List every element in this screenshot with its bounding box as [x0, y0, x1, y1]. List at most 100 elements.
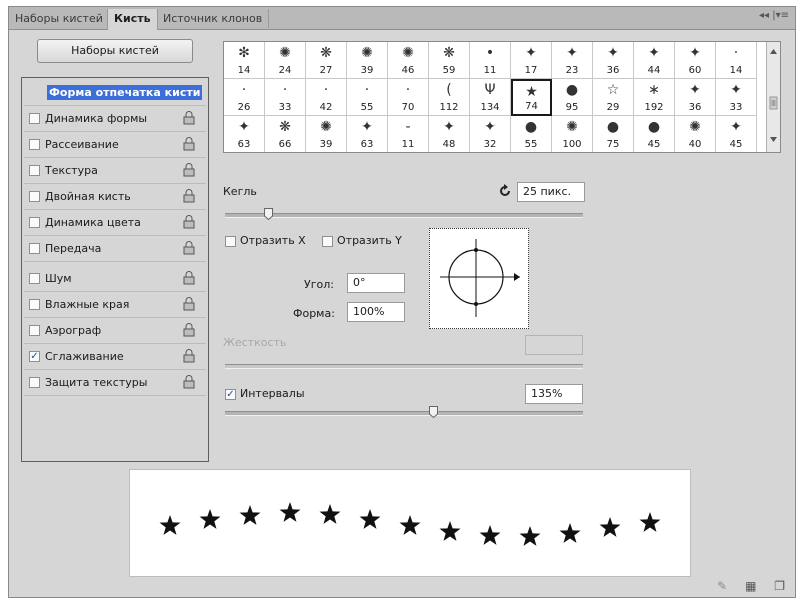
option-checkbox[interactable]: [29, 325, 40, 336]
option-checkbox[interactable]: [29, 217, 40, 228]
brush-tip-cell[interactable]: ✦ 60: [675, 42, 716, 79]
brush-presets-button[interactable]: Наборы кистей: [37, 39, 193, 63]
lock-icon[interactable]: [183, 349, 195, 363]
list-item[interactable]: Аэрограф: [24, 318, 206, 344]
list-item[interactable]: Динамика формы: [24, 106, 206, 132]
list-item[interactable]: Текстура: [24, 158, 206, 184]
brush-tip-icon: ·: [241, 82, 247, 98]
list-item-label: Сглаживание: [45, 350, 124, 363]
lock-icon[interactable]: [183, 271, 195, 285]
list-item-brush-tip-shape[interactable]: Форма отпечатка кисти: [24, 80, 206, 106]
brush-tip-size: 36: [688, 102, 702, 113]
tab-brush-presets[interactable]: Наборы кистей: [9, 9, 110, 28]
brush-tip-cell[interactable]: ❋ 59: [429, 42, 470, 79]
list-item[interactable]: Двойная кисть: [24, 184, 206, 210]
lock-icon[interactable]: [183, 323, 195, 337]
spacing-checkbox[interactable]: ✓: [225, 389, 236, 400]
reset-size-icon[interactable]: [498, 184, 512, 198]
brush-tip-cell[interactable]: ✦ 36: [675, 79, 716, 116]
new-preset-icon[interactable]: ❐: [774, 579, 785, 593]
option-checkbox[interactable]: [29, 377, 40, 388]
brush-tip-cell[interactable]: · 33: [265, 79, 306, 116]
brush-tip-cell[interactable]: ● 55: [511, 116, 552, 152]
brush-tip-size: 63: [360, 139, 374, 150]
list-item[interactable]: Передача: [24, 236, 206, 262]
brush-tip-cell[interactable]: ✺ 46: [388, 42, 429, 79]
brush-tip-cell[interactable]: ☆ 29: [593, 79, 634, 116]
brush-tip-cell[interactable]: ✦ 17: [511, 42, 552, 79]
brush-tip-cell[interactable]: ❋ 66: [265, 116, 306, 152]
tab-clone-source[interactable]: Источник клонов: [157, 9, 270, 28]
spacing-slider-thumb[interactable]: [428, 406, 438, 418]
brush-tip-cell[interactable]: Ψ 134: [470, 79, 511, 116]
list-item[interactable]: ✓ Сглаживание: [24, 344, 206, 370]
lock-icon[interactable]: [183, 297, 195, 311]
option-checkbox[interactable]: [29, 299, 40, 310]
list-item[interactable]: Динамика цвета: [24, 210, 206, 236]
angle-field[interactable]: 0°: [347, 273, 405, 293]
brush-tip-cell[interactable]: ✦ 45: [716, 116, 757, 152]
brush-tip-cell[interactable]: ✦ 44: [634, 42, 675, 79]
option-checkbox[interactable]: [29, 165, 40, 176]
brush-tip-cell[interactable]: ✦ 63: [224, 116, 265, 152]
tab-brush[interactable]: Кисть: [107, 9, 158, 30]
list-item[interactable]: Влажные края: [24, 292, 206, 318]
brush-tip-cell[interactable]: · 70: [388, 79, 429, 116]
brush-tip-cell[interactable]: - 11: [388, 116, 429, 152]
brush-tip-cell[interactable]: ✺ 39: [347, 42, 388, 79]
spacing-field[interactable]: 135%: [525, 384, 583, 404]
option-checkbox[interactable]: [29, 243, 40, 254]
lock-icon[interactable]: [183, 215, 195, 229]
panel-menu-controls[interactable]: ◂◂ |▾≡: [759, 10, 789, 21]
option-checkbox[interactable]: [29, 113, 40, 124]
lock-icon[interactable]: [183, 163, 195, 177]
list-item[interactable]: Рассеивание: [24, 132, 206, 158]
lock-icon[interactable]: [183, 137, 195, 151]
option-checkbox[interactable]: [29, 273, 40, 284]
brush-tip-cell[interactable]: ● 45: [634, 116, 675, 152]
brush-tip-cell[interactable]: ✦ 23: [552, 42, 593, 79]
flip-x-checkbox[interactable]: [225, 236, 236, 247]
roundness-field[interactable]: 100%: [347, 302, 405, 322]
brush-tip-cell[interactable]: ✺ 39: [306, 116, 347, 152]
brush-tip-cell[interactable]: ● 95: [552, 79, 593, 116]
size-field[interactable]: 25 пикс.: [517, 182, 585, 202]
brush-tip-cell[interactable]: ● 75: [593, 116, 634, 152]
grid-scrollbar[interactable]: [766, 42, 780, 152]
brush-tip-cell[interactable]: ✻ 14: [224, 42, 265, 79]
brush-tip-cell[interactable]: ✦ 63: [347, 116, 388, 152]
brush-tip-cell[interactable]: ✦ 32: [470, 116, 511, 152]
brush-tip-cell[interactable]: ∗ 192: [634, 79, 675, 116]
brush-settings-icon[interactable]: ✎: [717, 579, 727, 593]
brush-tip-cell[interactable]: ✦ 48: [429, 116, 470, 152]
option-checkbox[interactable]: [29, 139, 40, 150]
brush-tip-cell[interactable]: · 55: [347, 79, 388, 116]
size-slider-track[interactable]: [225, 213, 583, 218]
lock-icon[interactable]: [183, 375, 195, 389]
brush-tip-cell[interactable]: ✺ 40: [675, 116, 716, 152]
list-item[interactable]: Шум: [24, 266, 206, 292]
brush-tip-cell[interactable]: · 14: [716, 42, 757, 79]
flip-y-checkbox[interactable]: [322, 236, 333, 247]
brush-tip-cell[interactable]: ❋ 27: [306, 42, 347, 79]
option-checkbox[interactable]: [29, 191, 40, 202]
brush-tip-cell[interactable]: · 26: [224, 79, 265, 116]
brush-tip-cell[interactable]: ✺ 24: [265, 42, 306, 79]
lock-icon[interactable]: [183, 189, 195, 203]
angle-roundness-widget[interactable]: [429, 228, 529, 329]
lock-icon[interactable]: [183, 111, 195, 125]
lock-icon[interactable]: [183, 241, 195, 255]
brush-tip-cell[interactable]: (112: [429, 79, 470, 116]
brush-tip-cell[interactable]: ✦ 36: [593, 42, 634, 79]
brush-tip-size: 17: [524, 65, 538, 76]
grid-icon[interactable]: ▦: [745, 579, 756, 593]
list-item[interactable]: Защита текстуры: [24, 370, 206, 396]
brush-tip-cell[interactable]: ✺ 100: [552, 116, 593, 152]
spacing-slider-track[interactable]: [225, 411, 583, 416]
size-slider-thumb[interactable]: [263, 208, 273, 220]
brush-tip-cell[interactable]: · 42: [306, 79, 347, 116]
option-checkbox[interactable]: ✓: [29, 351, 40, 362]
brush-tip-cell[interactable]: ★ 74: [511, 79, 552, 116]
brush-tip-cell[interactable]: ✦ 33: [716, 79, 757, 116]
brush-tip-cell[interactable]: • 11: [470, 42, 511, 79]
